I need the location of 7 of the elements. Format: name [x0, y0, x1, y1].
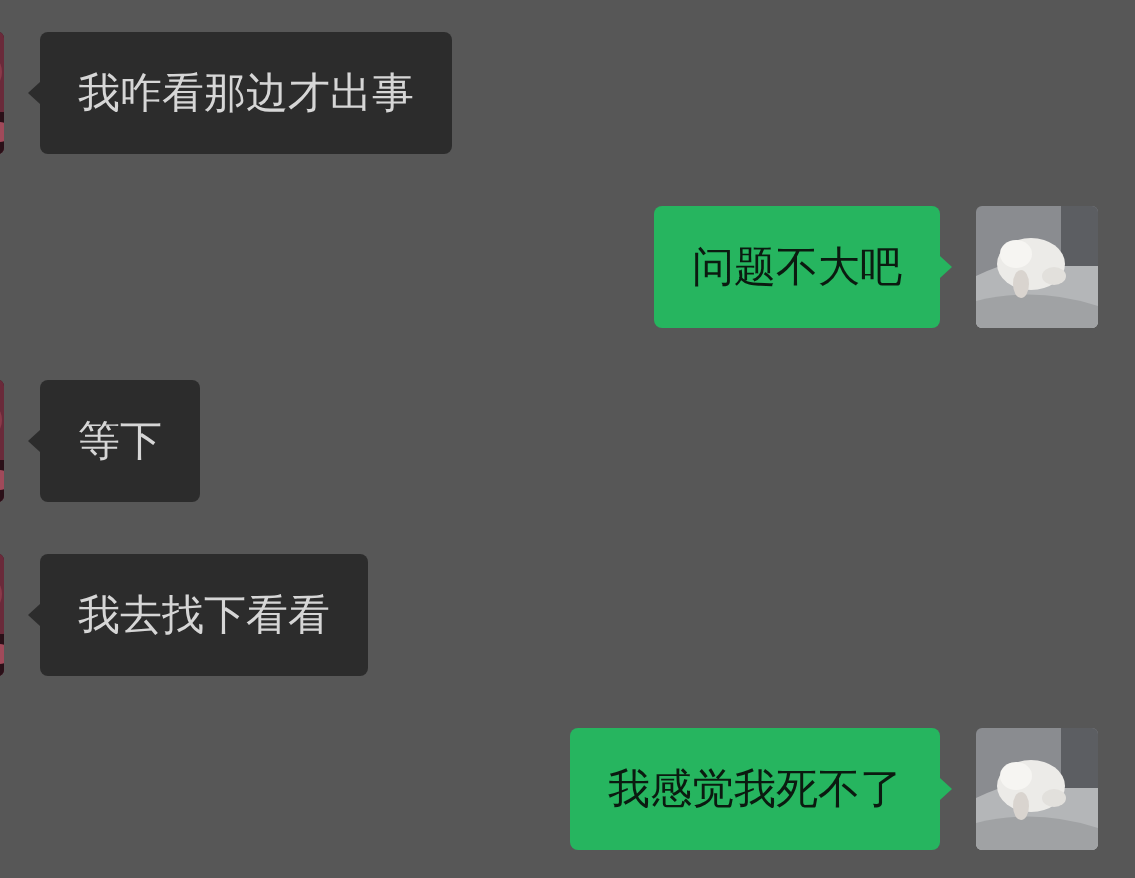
bubble-tail: [940, 778, 952, 800]
incoming-message: 等下: [40, 380, 200, 502]
outgoing-message: 我感觉我死不了: [570, 728, 940, 850]
incoming-message: 我咋看那边才出事: [40, 32, 452, 154]
outgoing-message: 问题不大吧: [654, 206, 940, 328]
incoming-message: 我去找下看看: [40, 554, 368, 676]
bubble-tail: [940, 256, 952, 278]
